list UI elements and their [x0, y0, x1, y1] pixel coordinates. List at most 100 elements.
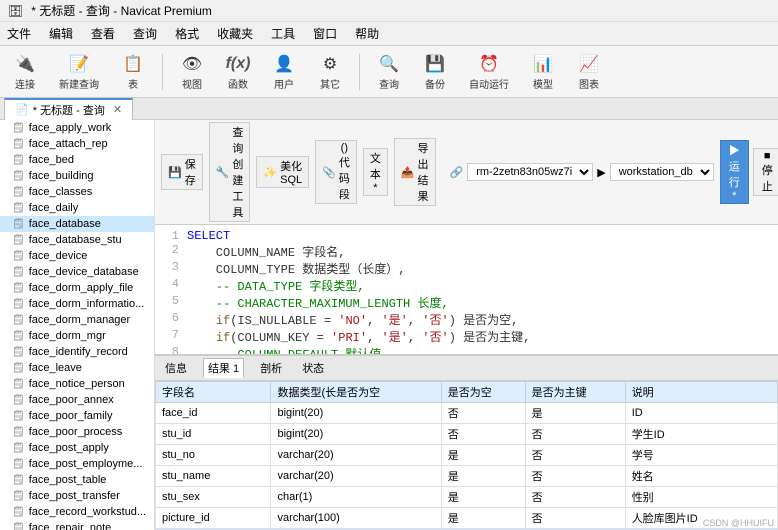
- connection-select[interactable]: rm-2zetn83n05wz7i: [467, 163, 593, 181]
- table-icon: 🗒: [12, 171, 25, 182]
- sidebar-item-face-identify-record[interactable]: 🗒 face_identify_record: [0, 344, 154, 360]
- sidebar-item-face-dorm-information[interactable]: 🗒 face_dorm_informatio...: [0, 296, 154, 312]
- table-row[interactable]: stu_no varchar(20) 是 否 学号: [156, 445, 778, 466]
- cell-type: bigint(20): [271, 424, 441, 445]
- table-row[interactable]: picture_id varchar(100) 是 否 人脸库图片ID: [156, 508, 778, 529]
- sidebar-item-face-building[interactable]: 🗒 face_building: [0, 168, 154, 184]
- cell-primary: 否: [525, 445, 625, 466]
- table-row[interactable]: face_id bigint(20) 否 是 ID: [156, 403, 778, 424]
- sidebar-item-face-post-transfer[interactable]: 🗒 face_post_transfer: [0, 488, 154, 504]
- cell-nullable: 是: [441, 466, 525, 487]
- sidebar-item-label: face_identify_record: [29, 346, 128, 358]
- text-button[interactable]: 文本 *: [363, 148, 388, 196]
- toolbar-connect[interactable]: 🔌 连接: [6, 49, 44, 94]
- results-tab-status[interactable]: 状态: [298, 359, 328, 377]
- menu-item-帮助[interactable]: 帮助: [352, 24, 382, 43]
- sidebar-item-face-device-database[interactable]: 🗒 face_device_database: [0, 264, 154, 280]
- user-icon: 👤: [272, 52, 296, 76]
- query-area: 💾 保存 🔧 查询创建工具 ✨ 美化 SQL 📎 () 代码段 文本 * 📤 导…: [155, 120, 778, 530]
- sidebar-item-label: face_leave: [29, 362, 82, 374]
- sidebar-item-face-poor-process[interactable]: 🗒 face_poor_process: [0, 424, 154, 440]
- results-tab-profile[interactable]: 剖析: [256, 359, 286, 377]
- sidebar-item-face-poor-family[interactable]: 🗒 face_poor_family: [0, 408, 154, 424]
- table-row[interactable]: stu_sex char(1) 是 否 性别: [156, 487, 778, 508]
- code-snippet-button[interactable]: 📎 () 代码段: [315, 140, 357, 204]
- sidebar-item-face-classes[interactable]: 🗒 face_classes: [0, 184, 154, 200]
- sidebar-item-face-poor-annex[interactable]: 🗒 face_poor_annex: [0, 392, 154, 408]
- query-tab[interactable]: 📄 * 无标题 - 查询 ✕: [4, 98, 133, 120]
- sidebar-item-face-leave[interactable]: 🗒 face_leave: [0, 360, 154, 376]
- toolbar-table[interactable]: 📋 表: [114, 49, 152, 94]
- menu-item-工具[interactable]: 工具: [268, 24, 298, 43]
- toolbar-other[interactable]: ⚙ 其它: [311, 49, 349, 94]
- toolbar-user[interactable]: 👤 用户: [265, 49, 303, 94]
- toolbar-view[interactable]: 👁 视图: [173, 49, 211, 94]
- query-builder-button[interactable]: 🔧 查询创建工具: [209, 122, 251, 222]
- sidebar-item-face-dorm-mgr[interactable]: 🗒 face_dorm_mgr: [0, 328, 154, 344]
- save-button[interactable]: 💾 保存: [161, 154, 203, 190]
- sql-editor[interactable]: 1 SELECT 2 COLUMN_NAME 字段名, 3 COLUMN_TYP…: [155, 225, 778, 355]
- toolbar-chart-label: 图表: [579, 76, 599, 91]
- query-toolbar: 💾 保存 🔧 查询创建工具 ✨ 美化 SQL 📎 () 代码段 文本 * 📤 导…: [155, 120, 778, 225]
- toolbar-query[interactable]: 🔍 查询: [370, 49, 408, 94]
- sidebar-item-face-dorm-manager[interactable]: 🗒 face_dorm_manager: [0, 312, 154, 328]
- toolbar-model[interactable]: 📊 模型: [524, 49, 562, 94]
- sidebar-item-label: face_dorm_mgr: [29, 330, 106, 342]
- database-select[interactable]: workstation_db: [610, 163, 714, 181]
- sidebar-item-face-dorm-apply-file[interactable]: 🗒 face_dorm_apply_file: [0, 280, 154, 296]
- sidebar-item-face-post-employment[interactable]: 🗒 face_post_employme...: [0, 456, 154, 472]
- toolbar-autorun[interactable]: ⏰ 自动运行: [462, 49, 516, 94]
- cell-field: stu_no: [156, 445, 271, 466]
- cell-primary: 否: [525, 466, 625, 487]
- menu-item-编辑[interactable]: 编辑: [46, 24, 76, 43]
- menu-item-格式[interactable]: 格式: [172, 24, 202, 43]
- toolbar-autorun-label: 自动运行: [469, 76, 509, 91]
- sidebar-item-face-database[interactable]: 🗒 face_database: [0, 216, 154, 232]
- table-icon: 🗒: [12, 443, 25, 454]
- toolbar-function-label: 函数: [228, 76, 248, 91]
- sidebar-item-face-post-table[interactable]: 🗒 face_post_table: [0, 472, 154, 488]
- menu-item-文件[interactable]: 文件: [4, 24, 34, 43]
- toolbar: 🔌 连接 📝 新建查询 📋 表 👁 视图 f(x) 函数 👤 用户 ⚙ 其它 🔍…: [0, 46, 778, 98]
- results-tab-info[interactable]: 信息: [161, 359, 191, 377]
- sidebar-item-label: face_poor_annex: [29, 394, 114, 406]
- export-button[interactable]: 📤 导出结果: [394, 138, 436, 206]
- toolbar-chart[interactable]: 📈 图表: [570, 49, 608, 94]
- cell-nullable: 是: [441, 508, 525, 529]
- results-area: 信息 结果 1 剖析 状态 字段名 数据类型(长是否为空 是否为空 是否为主键 …: [155, 355, 778, 530]
- menu-item-收藏夹[interactable]: 收藏夹: [214, 24, 256, 43]
- toolbar-backup[interactable]: 💾 备份: [416, 49, 454, 94]
- sidebar-item-label: face_repair_note: [29, 522, 112, 530]
- menu-item-窗口[interactable]: 窗口: [310, 24, 340, 43]
- sidebar-item-label: face_device: [29, 250, 88, 262]
- results-tab-result1[interactable]: 结果 1: [203, 358, 244, 378]
- tab-close-icon[interactable]: ✕: [113, 103, 122, 116]
- stop-button[interactable]: ■ 停止: [753, 148, 778, 196]
- menu-item-查看[interactable]: 查看: [88, 24, 118, 43]
- cell-desc: 学生ID: [625, 424, 777, 445]
- sidebar-item-face-device[interactable]: 🗒 face_device: [0, 248, 154, 264]
- beautify-button[interactable]: ✨ 美化 SQL: [256, 156, 309, 188]
- menu-item-查询[interactable]: 查询: [130, 24, 160, 43]
- table-row[interactable]: stu_id bigint(20) 否 否 学生ID: [156, 424, 778, 445]
- sidebar-item-face-daily[interactable]: 🗒 face_daily: [0, 200, 154, 216]
- cell-desc: ID: [625, 403, 777, 424]
- sidebar-item-face-database-stu[interactable]: 🗒 face_database_stu: [0, 232, 154, 248]
- sql-line-2: 2 COLUMN_NAME 字段名,: [159, 243, 774, 260]
- sidebar-item-label: face_daily: [29, 202, 79, 214]
- sidebar-item-face-bed[interactable]: 🗒 face_bed: [0, 152, 154, 168]
- toolbar-function[interactable]: f(x) 函数: [219, 49, 257, 94]
- table-row[interactable]: stu_name varchar(20) 是 否 姓名: [156, 466, 778, 487]
- run-button[interactable]: ▶ 运行 *: [720, 140, 749, 204]
- sidebar-item-face-record-workstudy[interactable]: 🗒 face_record_workstud...: [0, 504, 154, 520]
- model-icon: 📊: [531, 52, 555, 76]
- sidebar-item-face-apply-work[interactable]: 🗒 face_apply_work: [0, 120, 154, 136]
- cell-primary: 是: [525, 403, 625, 424]
- toolbar-new-query[interactable]: 📝 新建查询: [52, 49, 106, 94]
- sidebar-item-face-repair-note[interactable]: 🗒 face_repair_note: [0, 520, 154, 530]
- cell-field: face_id: [156, 403, 271, 424]
- sidebar-item-face-notice-person[interactable]: 🗒 face_notice_person: [0, 376, 154, 392]
- sidebar-item-face-attach-rep[interactable]: 🗒 face_attach_rep: [0, 136, 154, 152]
- sql-line-5: 5 -- CHARACTER_MAXIMUM_LENGTH 长度,: [159, 294, 774, 311]
- sidebar-item-face-post-apply[interactable]: 🗒 face_post_apply: [0, 440, 154, 456]
